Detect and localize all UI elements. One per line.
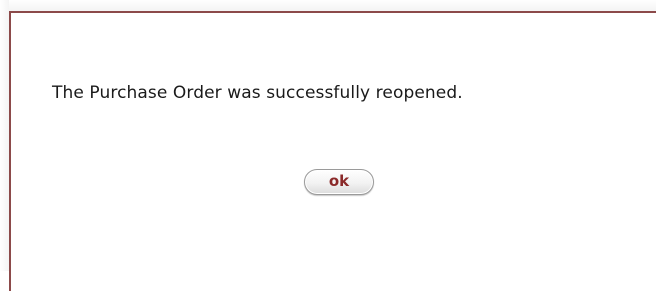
ok-button[interactable]: ok bbox=[304, 169, 374, 195]
dialog-left-shadow bbox=[0, 0, 9, 271]
dialog-top-shadow bbox=[0, 0, 656, 11]
ok-button-label: ok bbox=[328, 172, 350, 190]
dialog-message: The Purchase Order was successfully reop… bbox=[52, 83, 463, 103]
confirmation-dialog bbox=[9, 11, 656, 291]
